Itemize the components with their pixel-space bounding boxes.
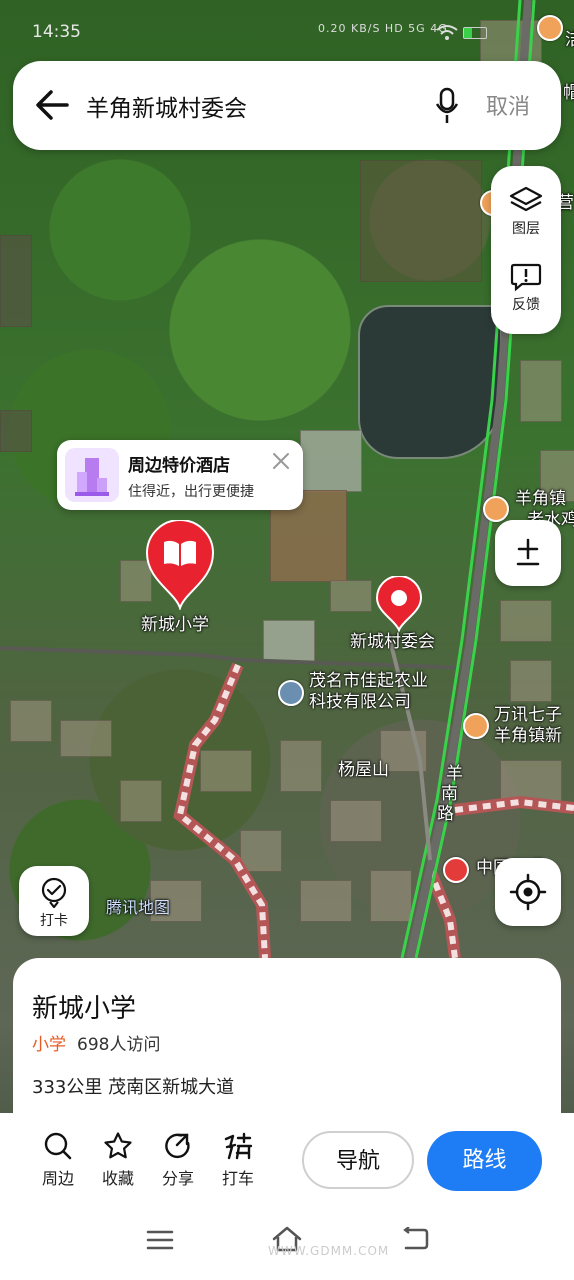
hotel-promo-subtitle: 住得近，出行更便捷 xyxy=(128,484,254,500)
status-time: 14:35 xyxy=(32,22,81,42)
school-marker-icon[interactable] xyxy=(145,520,215,610)
checkin-icon xyxy=(41,877,67,908)
layers-label: 图层 xyxy=(512,221,540,237)
star-icon xyxy=(104,1132,132,1159)
favorite-label: 收藏 xyxy=(101,1169,134,1188)
map-label-road-2: 南 xyxy=(441,784,458,804)
back-arrow-icon[interactable] xyxy=(33,85,73,125)
map-label-company-line1[interactable]: 茂名市佳起农业 xyxy=(309,671,428,692)
watermark: WWW.GDMM.COM xyxy=(268,1244,390,1258)
map-label-hill: 杨屋山 xyxy=(338,760,389,780)
checkin-button[interactable]: 打卡 xyxy=(19,866,89,936)
wifi-icon xyxy=(436,25,458,40)
checkin-label: 打卡 xyxy=(40,913,68,929)
map-label-company-line2[interactable]: 科技有限公司 xyxy=(309,692,411,713)
map-label-village-committee[interactable]: 新城村委会 xyxy=(350,632,435,653)
place-detail-sheet[interactable]: 新城小学 小学 698人访问 333公里 茂南区新城大道 xyxy=(13,958,561,1128)
route-button[interactable]: 路线 xyxy=(427,1131,542,1191)
close-icon[interactable] xyxy=(270,450,292,472)
nearby-label: 周边 xyxy=(41,1169,74,1188)
tencent-map-logo: 腾讯地图 xyxy=(106,898,171,917)
zoom-button[interactable] xyxy=(495,520,561,586)
nearby-button[interactable]: 周边 xyxy=(28,1131,88,1189)
feedback-label: 反馈 xyxy=(512,297,540,313)
layers-button[interactable]: 图层 xyxy=(491,186,561,238)
cancel-button[interactable]: 取消 xyxy=(486,89,530,121)
share-button[interactable]: 分享 xyxy=(148,1131,208,1189)
hotel-promo-popup[interactable]: 周边特价酒店 住得近，出行更便捷 xyxy=(57,440,303,510)
navigate-button[interactable]: 导航 xyxy=(302,1131,414,1189)
search-input[interactable]: 羊角新城村委会 xyxy=(86,89,247,123)
map-label-road-1: 羊 xyxy=(446,764,463,784)
status-bar: 14:35 0.20 KB/S HD 5G 4G xyxy=(0,18,574,48)
place-distance-address: 333公里 茂南区新城大道 xyxy=(32,1077,235,1098)
taxi-button[interactable]: 打车 xyxy=(208,1131,268,1189)
taxi-icon xyxy=(224,1132,253,1160)
map-tools-panel: 图层 反馈 xyxy=(491,166,561,334)
map-label-wanxun-line1[interactable]: 万讯七子 xyxy=(494,705,562,726)
menu-icon[interactable] xyxy=(146,1228,174,1252)
share-icon xyxy=(165,1133,190,1159)
shop-poi-icon[interactable] xyxy=(463,713,489,739)
shop-poi-icon[interactable] xyxy=(483,496,509,522)
taxi-label: 打车 xyxy=(221,1169,254,1188)
search-icon xyxy=(44,1132,72,1160)
place-title: 新城小学 xyxy=(32,994,137,1024)
feedback-button[interactable]: 反馈 xyxy=(491,262,561,314)
zoom-plus-minus-icon xyxy=(516,538,540,566)
crosshair-location-icon xyxy=(509,873,547,911)
favorite-button[interactable]: 收藏 xyxy=(88,1131,148,1189)
unicom-poi-icon[interactable] xyxy=(443,857,469,883)
battery-icon xyxy=(463,27,487,39)
microphone-icon[interactable] xyxy=(435,86,459,126)
place-category: 小学 xyxy=(32,1035,66,1055)
map-label-yangjiao-line1[interactable]: 羊角镇 xyxy=(515,489,566,510)
location-pin-icon[interactable] xyxy=(375,576,423,632)
share-label: 分享 xyxy=(161,1169,194,1188)
map-label-edge-2: 帽 xyxy=(563,83,574,103)
feedback-icon xyxy=(510,263,542,292)
my-location-button[interactable] xyxy=(495,858,561,926)
search-bar: 羊角新城村委会 取消 xyxy=(13,61,561,150)
place-visit-count: 698人访问 xyxy=(77,1035,161,1055)
hotel-promo-title: 周边特价酒店 xyxy=(128,456,230,476)
company-poi-icon[interactable] xyxy=(278,680,304,706)
map-label-wanxun-line2[interactable]: 羊角镇新 xyxy=(494,726,562,747)
hotel-building-icon xyxy=(65,448,119,502)
map-label-road-3: 路 xyxy=(437,804,454,824)
back-icon[interactable] xyxy=(400,1227,430,1253)
map-label-school[interactable]: 新城小学 xyxy=(141,615,209,636)
status-icons: 0.20 KB/S HD 5G 4G xyxy=(318,22,448,35)
layers-icon xyxy=(509,186,543,212)
